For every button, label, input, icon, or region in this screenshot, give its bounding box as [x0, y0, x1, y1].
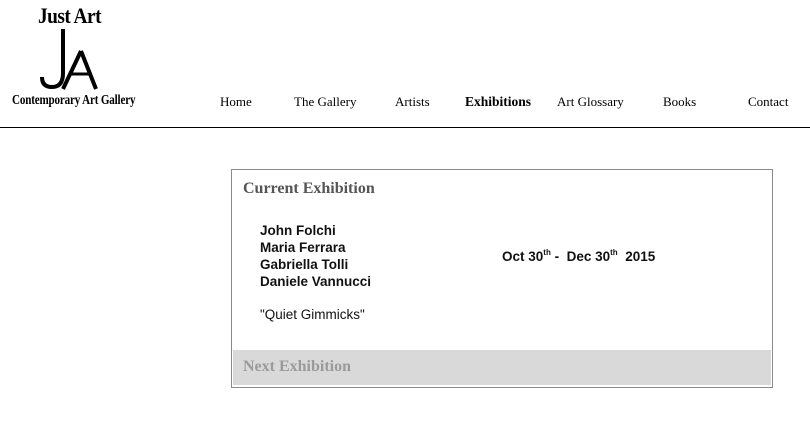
nav-exhibitions[interactable]: Exhibitions: [465, 94, 531, 110]
artist-name: Maria Ferrara: [260, 240, 346, 255]
start-date-suffix: th: [543, 248, 551, 257]
logo-ja-mark: [40, 29, 98, 90]
start-date: Oct 30: [502, 249, 544, 264]
artist-name: Daniele Vannucci: [260, 274, 372, 289]
exhibition-year: 2015: [625, 249, 656, 264]
exhibition-dates: Oct 30th - Dec 30th 2015: [502, 248, 656, 265]
nav-home[interactable]: Home: [220, 94, 252, 110]
nav-artists[interactable]: Artists: [395, 94, 430, 110]
exhibition-title: "Quiet Gimmicks": [260, 307, 365, 322]
current-exhibition-heading[interactable]: Current Exhibition: [243, 180, 375, 198]
next-exhibition-tab[interactable]: Next Exhibition: [233, 350, 771, 385]
exhibitions-panel: Current Exhibition John Folchi Maria Fer…: [231, 169, 773, 388]
header-divider: [0, 127, 810, 128]
nav-the-gallery[interactable]: The Gallery: [294, 94, 356, 110]
date-separator: -: [550, 249, 567, 264]
next-exhibition-heading: Next Exhibition: [243, 358, 352, 375]
nav-contact[interactable]: Contact: [748, 94, 788, 110]
artist-name: John Folchi: [260, 223, 336, 238]
end-date-suffix: th: [610, 248, 618, 257]
main-navigation: Home The Gallery Artists Exhibitions Art…: [0, 94, 810, 114]
end-date: Dec 30: [566, 249, 611, 264]
artist-name: Gabriella Tolli: [260, 257, 349, 272]
nav-art-glossary[interactable]: Art Glossary: [557, 94, 624, 110]
nav-books[interactable]: Books: [663, 94, 696, 110]
artist-list: John Folchi Maria Ferrara Gabriella Toll…: [260, 222, 371, 290]
logo-top-text: Just Art: [38, 3, 102, 28]
